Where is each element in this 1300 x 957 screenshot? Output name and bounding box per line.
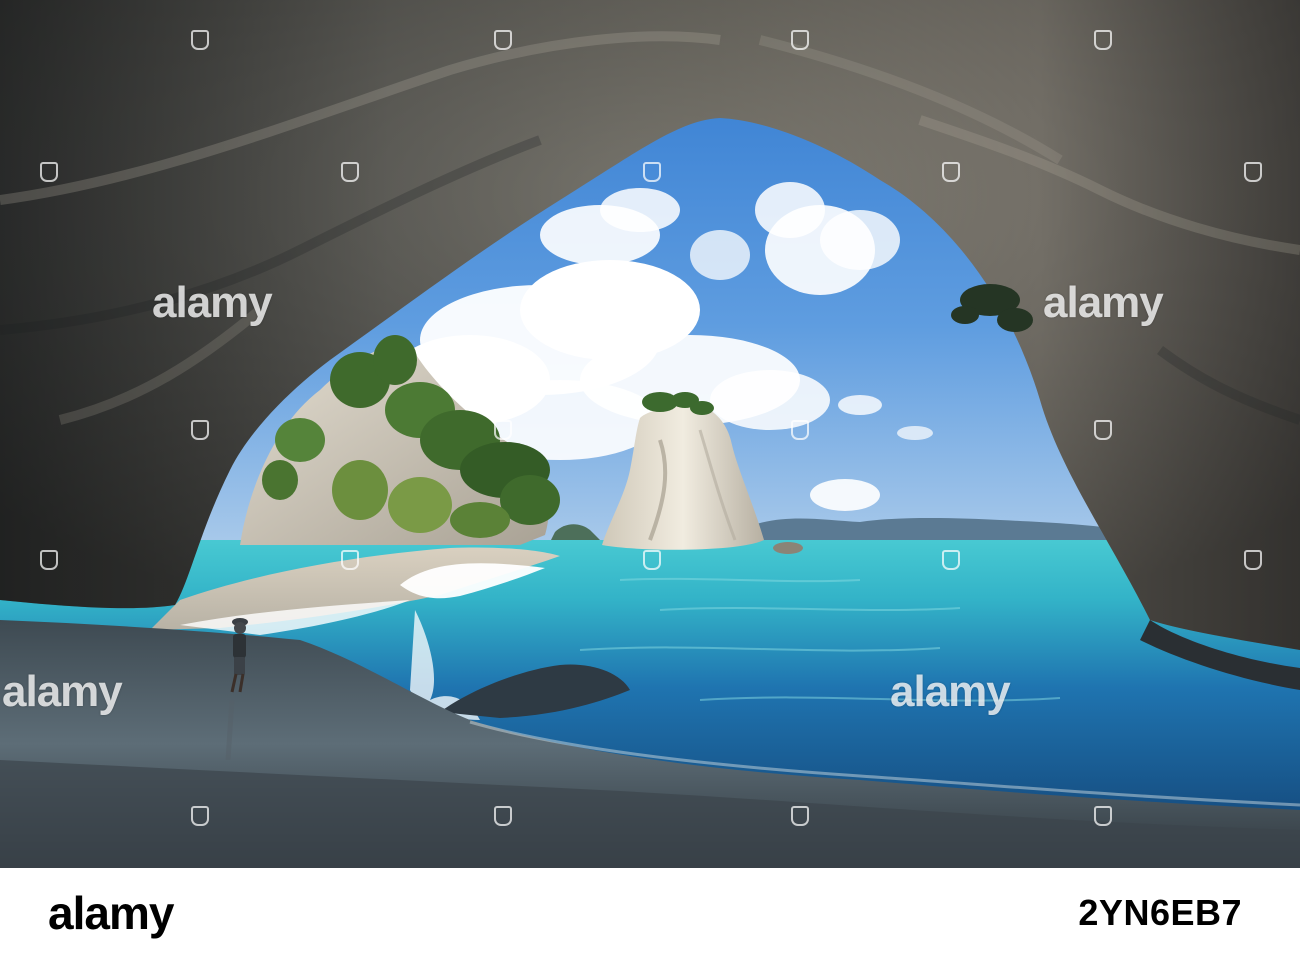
small-rock [773, 542, 803, 554]
image-id: 2YN6EB7 [1078, 892, 1242, 933]
footer-bar: alamy 2YN6EB7 [0, 868, 1300, 957]
photograph: alamy alamy alamy alamy [0, 0, 1300, 868]
cathedral-cove-scene [0, 0, 1300, 868]
footer-logo[interactable]: alamy [48, 886, 174, 940]
